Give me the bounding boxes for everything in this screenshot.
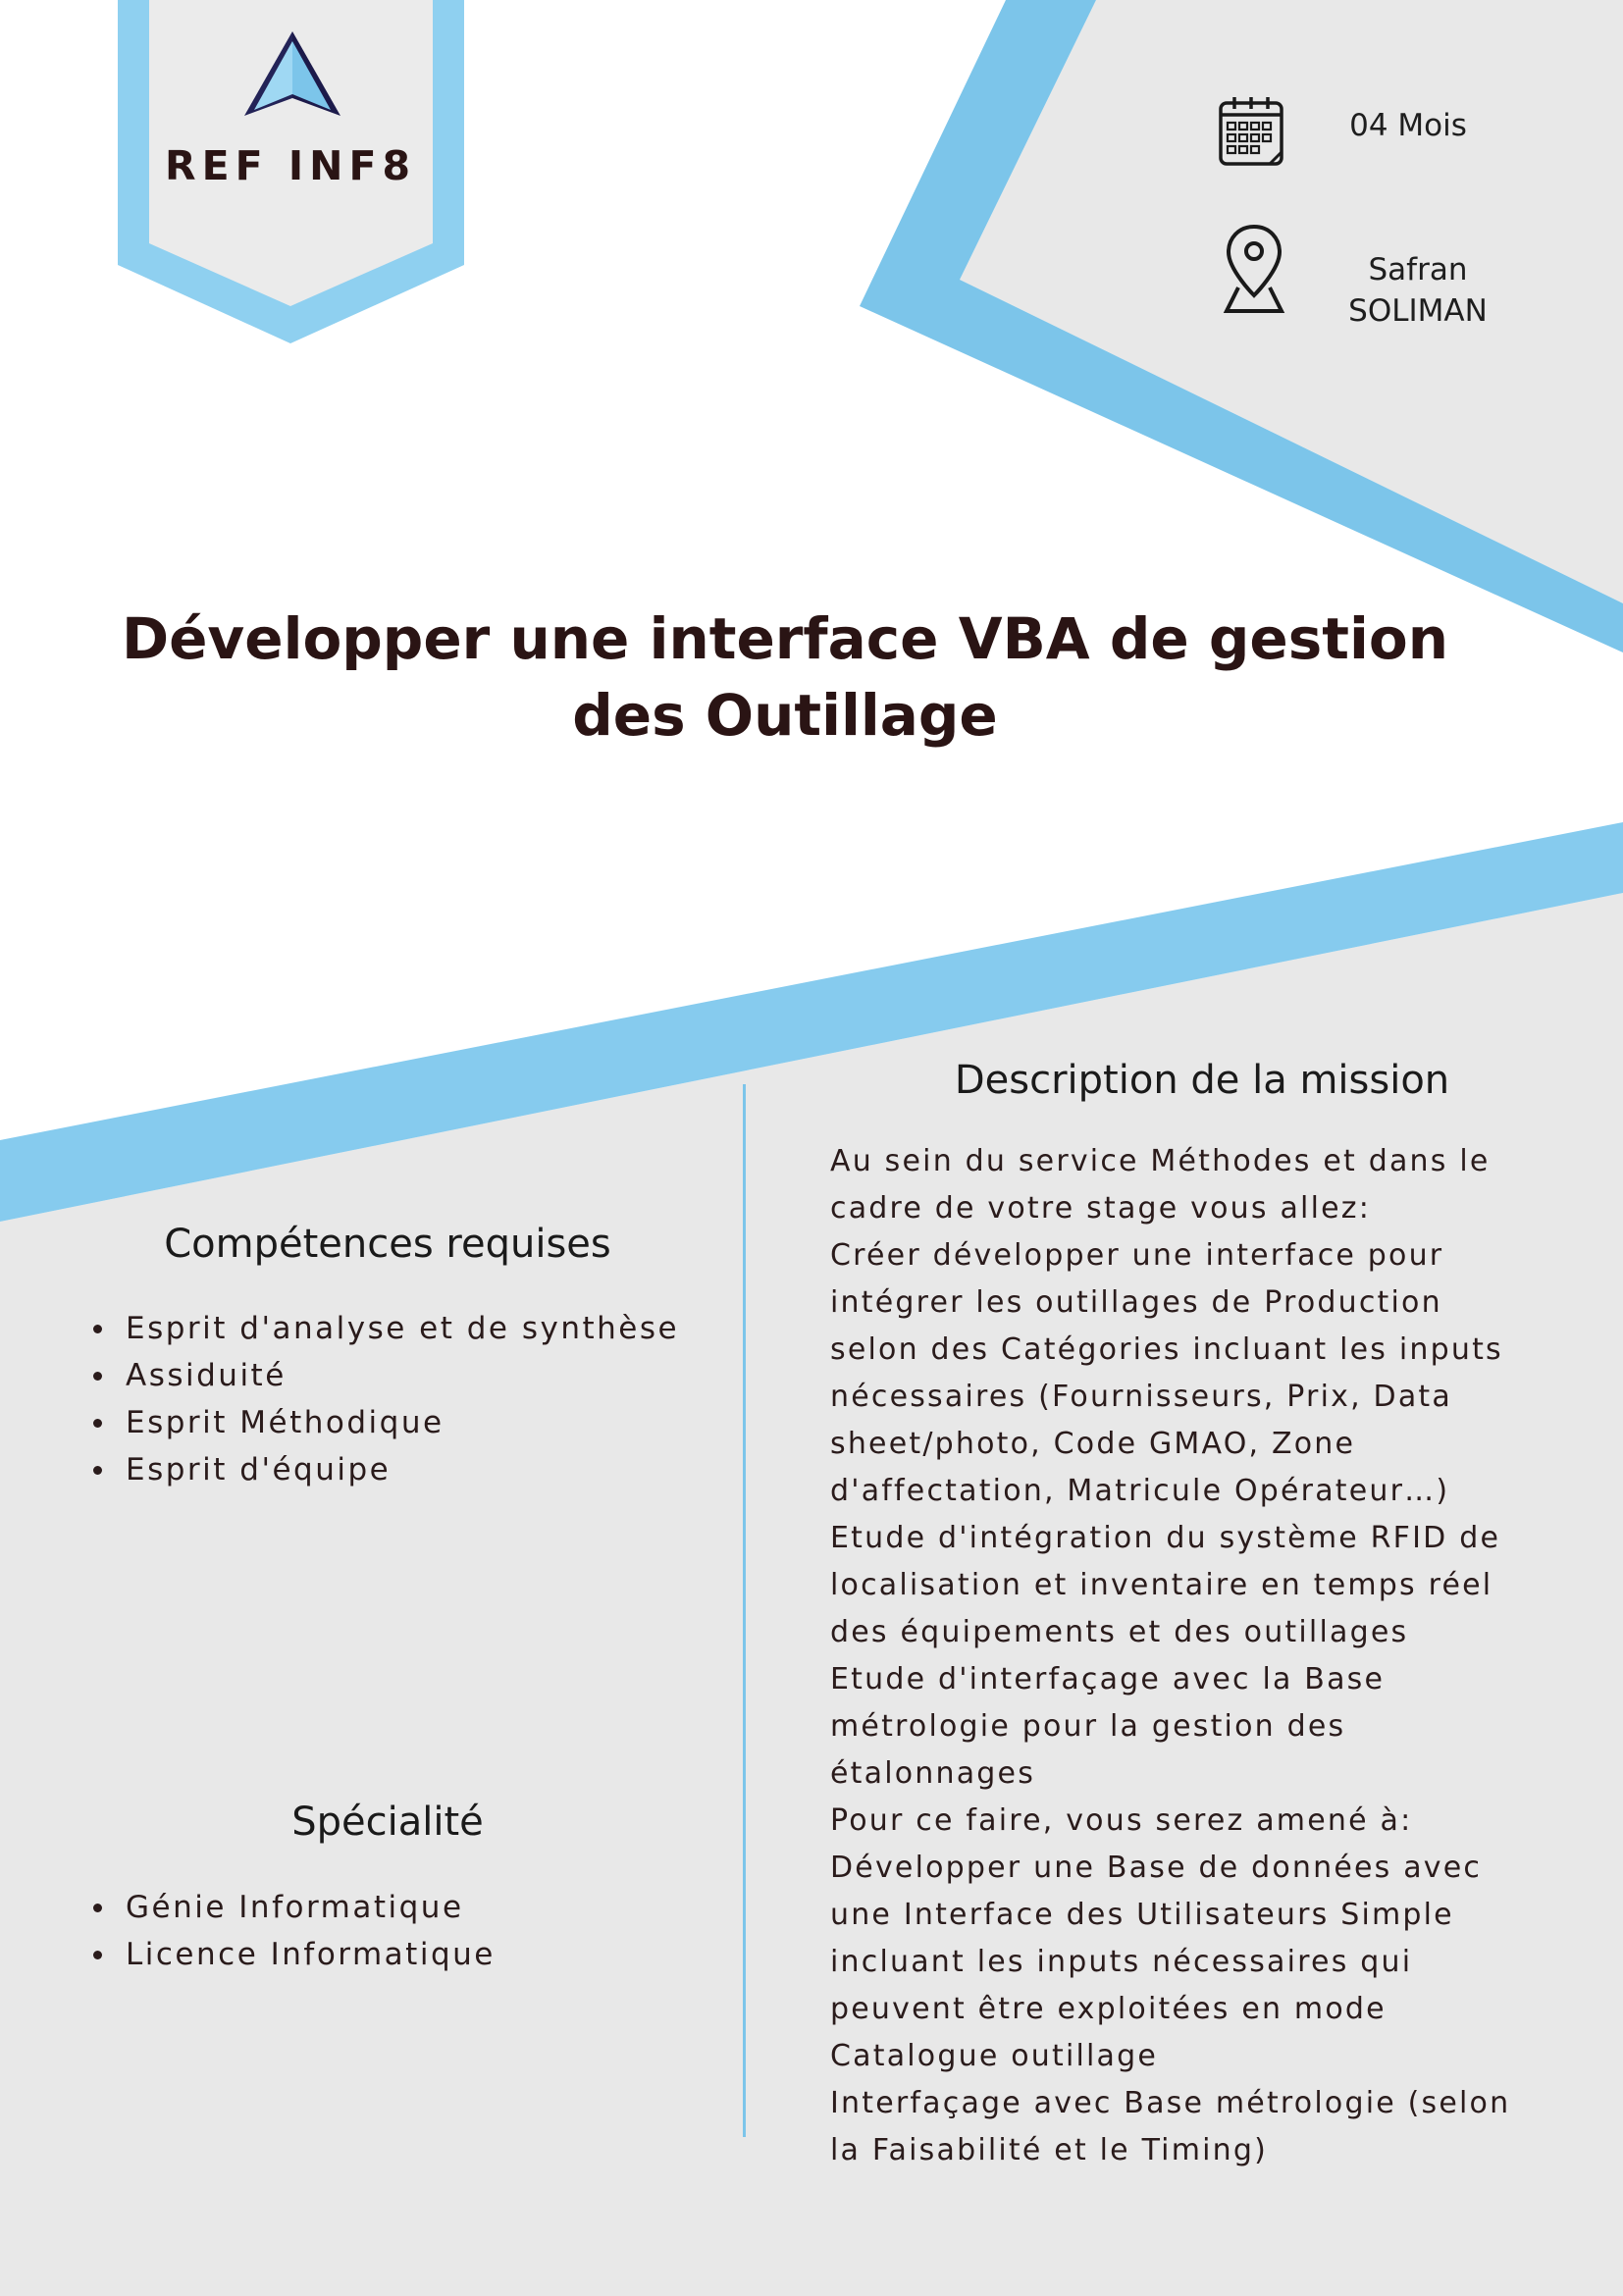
column-divider — [743, 1084, 746, 2137]
mission-line: la Faisabilité et le Timing) — [830, 2133, 1269, 2167]
location-line-2: SOLIMAN — [1348, 293, 1488, 329]
specialite-list: Génie Informatique Licence Informatique — [88, 1884, 496, 1978]
calendar-icon — [1219, 97, 1283, 166]
mission-line: étalonnages — [830, 1756, 1036, 1791]
list-item: Esprit Méthodique — [88, 1399, 679, 1446]
list-item: Esprit d'équipe — [88, 1446, 679, 1493]
mission-description: Au sein du service Méthodes et dans le c… — [830, 1138, 1596, 2174]
mission-line: sheet/photo, Code GMAO, Zone — [830, 1427, 1356, 1461]
mission-line: incluant les inputs nécessaires qui — [830, 1945, 1413, 1979]
triangle-logo-icon — [244, 31, 340, 116]
competences-list: Esprit d'analyse et de synthèse Assiduit… — [88, 1305, 679, 1493]
mission-line: localisation et inventaire en temps réel — [830, 1568, 1493, 1602]
mission-line: cadre de votre stage vous allez: — [830, 1191, 1372, 1226]
mission-line: intégrer les outillages de Production — [830, 1285, 1442, 1320]
mission-line: Interfaçage avec Base métrologie (selon — [830, 2086, 1511, 2120]
location-text: Safran SOLIMAN — [1315, 249, 1521, 332]
mission-line: Etude d'intégration du système RFID de — [830, 1521, 1501, 1555]
mission-line: nécessaires (Fournisseurs, Prix, Data — [830, 1380, 1452, 1414]
mission-line: Créer développer une interface pour — [830, 1238, 1444, 1273]
page-title: Développer une interface VBA de gestion … — [59, 600, 1511, 754]
mission-line: des équipements et des outillages — [830, 1615, 1409, 1649]
list-item: Licence Informatique — [88, 1931, 496, 1978]
duration-text: 04 Mois — [1349, 108, 1467, 143]
list-item: Assiduité — [88, 1352, 679, 1399]
mission-line: d'affectation, Matricule Opérateur…) — [830, 1474, 1450, 1508]
title-line-1: Développer une interface VBA de gestion — [121, 605, 1449, 672]
mission-line: Pour ce faire, vous serez amené à: — [830, 1803, 1413, 1838]
list-item: Esprit d'analyse et de synthèse — [88, 1305, 679, 1352]
location-pin-icon — [1223, 224, 1285, 313]
mission-line: Catalogue outillage — [830, 2039, 1159, 2073]
title-line-2: des Outillage — [572, 682, 998, 749]
mission-heading: Description de la mission — [954, 1058, 1450, 1103]
mission-line: Développer une Base de données avec — [830, 1851, 1483, 1885]
specialite-heading: Spécialité — [291, 1800, 484, 1845]
list-item: Génie Informatique — [88, 1884, 496, 1931]
location-line-1: Safran — [1368, 252, 1468, 287]
mission-line: peuvent être exploitées en mode — [830, 1992, 1387, 2026]
mission-line: selon des Catégories incluant les inputs — [830, 1332, 1503, 1367]
mission-line: Au sein du service Méthodes et dans le — [830, 1144, 1491, 1178]
competences-heading: Compétences requises — [164, 1222, 611, 1267]
badge-label: REF INF8 — [165, 142, 416, 189]
mission-line: Etude d'interfaçage avec la Base — [830, 1662, 1386, 1696]
mission-line: une Interface des Utilisateurs Simple — [830, 1898, 1454, 1932]
mission-line: métrologie pour la gestion des — [830, 1709, 1346, 1744]
